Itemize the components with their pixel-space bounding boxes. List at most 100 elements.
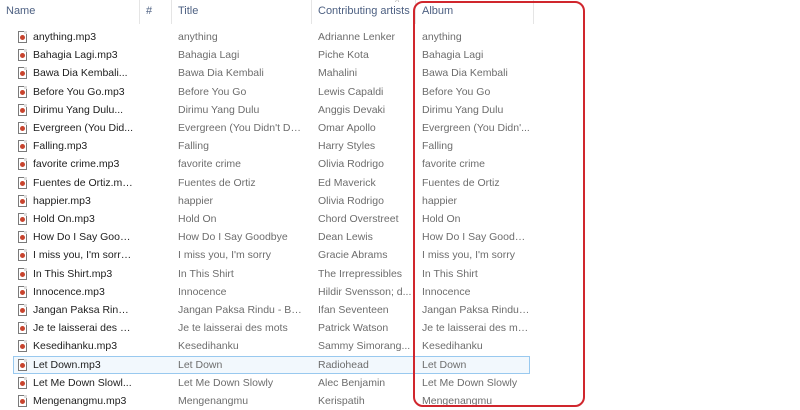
column-header-number[interactable]: # bbox=[140, 0, 172, 24]
file-name: Kesedihanku.mp3 bbox=[33, 340, 118, 353]
file-row[interactable]: Evergreen (You Did... Evergreen (You Didn… bbox=[0, 119, 800, 137]
audio-file-icon bbox=[18, 376, 27, 389]
title-cell: Mengenangmu bbox=[178, 395, 249, 407]
title-cell: Let Me Down Slowly bbox=[178, 376, 274, 389]
artist-cell: Radiohead bbox=[318, 358, 369, 371]
file-name: I miss you, I'm sorry... bbox=[33, 249, 133, 262]
file-name: Je te laisserai des m... bbox=[33, 322, 133, 335]
title-cell: Innocence bbox=[178, 285, 227, 298]
file-name: Innocence.mp3 bbox=[33, 285, 105, 298]
title-cell: Kesedihanku bbox=[178, 340, 239, 353]
title-cell: happier bbox=[178, 194, 214, 207]
file-row[interactable]: Mengenangmu.mp3 Mengenangmu Kerispatih Meng… bbox=[0, 392, 800, 410]
artist-cell: Mahalini bbox=[318, 67, 358, 80]
file-name: anything.mp3 bbox=[33, 31, 97, 43]
file-name: favorite crime.mp3 bbox=[33, 158, 120, 171]
file-name: Bahagia Lagi.mp3 bbox=[33, 49, 118, 62]
audio-file-icon bbox=[18, 213, 27, 225]
file-row[interactable]: happier.mp3 happier Olivia Rodrigo happier bbox=[0, 192, 800, 210]
artist-cell: Sammy Simorang... bbox=[318, 340, 411, 353]
file-row[interactable]: Hold On.mp3 Hold On Chord Overstreet Hold O… bbox=[0, 210, 800, 228]
file-row[interactable]: Bahagia Lagi.mp3 Bahagia Lagi Piche Kota Ba… bbox=[0, 46, 800, 64]
title-cell: Before You Go bbox=[178, 85, 247, 98]
audio-file-icon bbox=[18, 67, 27, 80]
artist-cell: Alec Benjamin bbox=[318, 376, 386, 389]
artist-cell: Adrianne Lenker bbox=[318, 31, 396, 43]
audio-file-icon bbox=[18, 322, 27, 335]
file-row[interactable]: Let Me Down Slowl... Let Me Down Slowly Al… bbox=[0, 374, 800, 392]
title-cell: Bawa Dia Kembali bbox=[178, 67, 264, 80]
audio-file-icon bbox=[18, 395, 27, 407]
artist-cell: Patrick Watson bbox=[318, 322, 389, 335]
artist-cell: Hildir Svensson; d... bbox=[318, 285, 412, 298]
file-row[interactable]: Innocence.mp3 Innocence Hildir Svensson; d… bbox=[0, 283, 800, 301]
artist-cell: Olivia Rodrigo bbox=[318, 194, 384, 207]
audio-file-icon bbox=[18, 49, 27, 62]
file-name: How Do I Say Good... bbox=[33, 231, 133, 244]
file-row[interactable]: Je te laisserai des m... Je te laisserai … bbox=[0, 319, 800, 337]
file-name: Dirimu Yang Dulu... bbox=[33, 103, 124, 116]
column-header-row: ^ Name # Title Contributing artists Albu… bbox=[0, 0, 800, 24]
title-cell: Je te laisserai des mots bbox=[178, 322, 288, 335]
artist-cell: Omar Apollo bbox=[318, 122, 376, 134]
file-row[interactable]: Falling.mp3 Falling Harry Styles Falling bbox=[0, 137, 800, 155]
album-column-highlight-annotation bbox=[413, 1, 585, 407]
artist-cell: Ifan Seventeen bbox=[318, 304, 389, 316]
file-row[interactable]: anything.mp3 anything Adrianne Lenker anyth… bbox=[0, 28, 800, 46]
title-cell: Jangan Paksa Rindu - Beda bbox=[178, 304, 304, 316]
file-row[interactable]: Bawa Dia Kembali... Bawa Dia Kembali Mahal… bbox=[0, 64, 800, 82]
file-name: Fuentes de Ortiz.mp3 bbox=[33, 176, 133, 189]
artist-cell: The Irrepressibles bbox=[318, 267, 403, 280]
artist-cell: Anggis Devaki bbox=[318, 103, 386, 116]
audio-file-icon bbox=[18, 85, 27, 98]
artist-cell: Lewis Capaldi bbox=[318, 85, 384, 98]
file-name: Mengenangmu.mp3 bbox=[33, 395, 127, 407]
artist-cell: Kerispatih bbox=[318, 395, 365, 407]
audio-file-icon bbox=[18, 158, 27, 171]
file-row[interactable]: I miss you, I'm sorry... I miss you, I'm … bbox=[0, 246, 800, 264]
audio-file-icon bbox=[18, 176, 27, 189]
title-cell: I miss you, I'm sorry bbox=[178, 249, 272, 262]
audio-file-icon bbox=[18, 122, 27, 134]
file-name: Let Me Down Slowl... bbox=[33, 376, 132, 389]
file-row[interactable]: Before You Go.mp3 Before You Go Lewis Capa… bbox=[0, 83, 800, 101]
file-name: Hold On.mp3 bbox=[33, 213, 95, 225]
column-header-title[interactable]: Title bbox=[172, 0, 312, 24]
file-row[interactable]: In This Shirt.mp3 In This Shirt The Irrepr… bbox=[0, 265, 800, 283]
file-name: Falling.mp3 bbox=[33, 140, 88, 153]
title-cell: Dirimu Yang Dulu bbox=[178, 103, 260, 116]
audio-file-icon bbox=[18, 31, 27, 43]
title-cell: In This Shirt bbox=[178, 267, 234, 280]
file-row[interactable]: favorite crime.mp3 favorite crime Olivia R… bbox=[0, 155, 800, 173]
file-row[interactable]: Fuentes de Ortiz.mp3 Fuentes de Ortiz Ed M… bbox=[0, 174, 800, 192]
audio-file-icon bbox=[18, 340, 27, 353]
file-name: Bawa Dia Kembali... bbox=[33, 67, 128, 80]
file-name: Evergreen (You Did... bbox=[33, 122, 133, 134]
file-row[interactable]: Jangan Paksa Rindu... Jangan Paksa Rindu … bbox=[0, 301, 800, 319]
audio-file-icon bbox=[18, 304, 27, 316]
artist-cell: Dean Lewis bbox=[318, 231, 373, 244]
title-cell: Let Down bbox=[178, 358, 223, 371]
file-row[interactable]: How Do I Say Good... How Do I Say Goodbye… bbox=[0, 228, 800, 246]
title-cell: Bahagia Lagi bbox=[178, 49, 240, 62]
artist-cell: Olivia Rodrigo bbox=[318, 158, 384, 171]
file-row[interactable]: Kesedihanku.mp3 Kesedihanku Sammy Simorang… bbox=[0, 337, 800, 355]
file-name: Let Down.mp3 bbox=[33, 358, 101, 371]
file-name: Before You Go.mp3 bbox=[33, 85, 125, 98]
column-header-name[interactable]: Name bbox=[0, 0, 140, 24]
title-cell: How Do I Say Goodbye bbox=[178, 231, 288, 244]
audio-file-icon bbox=[18, 103, 27, 116]
file-name: Jangan Paksa Rindu... bbox=[33, 304, 133, 316]
title-cell: anything bbox=[178, 31, 218, 43]
title-cell: Hold On bbox=[178, 213, 217, 225]
file-row[interactable]: Let Down.mp3 Let Down Radiohead Let Down bbox=[0, 355, 800, 374]
artist-cell: Harry Styles bbox=[318, 140, 376, 153]
title-cell: Fuentes de Ortiz bbox=[178, 176, 256, 189]
title-cell: Evergreen (You Didn't Des... bbox=[178, 122, 304, 134]
audio-file-icon bbox=[18, 267, 27, 280]
audio-file-icon bbox=[18, 249, 27, 262]
column-header-contributing-artists[interactable]: Contributing artists bbox=[312, 0, 416, 24]
file-explorer-details-view: ^ Name # Title Contributing artists Albu… bbox=[0, 0, 800, 410]
file-row[interactable]: Dirimu Yang Dulu... Dirimu Yang Dulu Anggi… bbox=[0, 101, 800, 119]
title-cell: Falling bbox=[178, 140, 209, 153]
